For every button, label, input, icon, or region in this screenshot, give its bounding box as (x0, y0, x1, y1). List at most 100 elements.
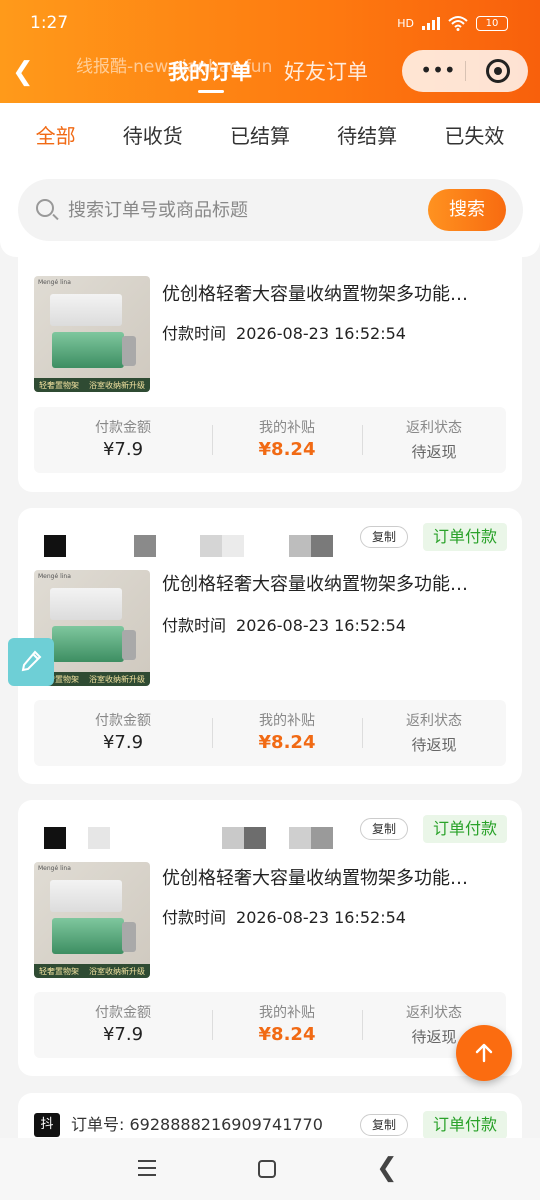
redacted-block (200, 535, 222, 557)
chevron-left-icon[interactable]: ❮ (12, 56, 36, 88)
order-number: 订单号: 6928888216909741770 (71, 1113, 323, 1137)
stat-rebate: 返利状态 待返现 (362, 700, 506, 766)
copy-button[interactable]: 复制 (360, 818, 408, 840)
stat-subsidy: 我的补贴 ¥8.24 (212, 407, 362, 473)
search-button[interactable]: 搜索 (428, 189, 506, 231)
subsidy-value: ¥8.24 (258, 1024, 316, 1045)
rebate-value: 待返现 (411, 736, 457, 754)
order-stats: 付款金额 ¥7.9 我的补贴 ¥8.24 返利状态待返现 (34, 407, 506, 473)
redacted-block (244, 827, 266, 849)
amount-label: 付款金额 (95, 713, 151, 729)
thumb-caption: 轻奢置物架 浴室收纳新升级 (34, 378, 150, 392)
status-time: 1:27 (30, 13, 69, 33)
shelf-top-graphic (50, 588, 122, 620)
back-icon[interactable]: ❮ (376, 1154, 400, 1182)
shelf-top-graphic (50, 880, 122, 912)
pen-tool-button[interactable] (8, 638, 54, 686)
thumb-caption-left: 轻奢置物架 (39, 380, 79, 390)
pay-time-value: 2026-08-23 16:52:54 (236, 908, 406, 927)
search-icon (36, 199, 54, 217)
pen-icon (21, 650, 42, 672)
rebate-value: 待返现 (411, 443, 457, 461)
rebate-label: 返利状态 (406, 1005, 462, 1021)
filter-tab-expired[interactable]: 已失效 (444, 120, 504, 149)
thumb-caption-right: 浴室收纳新升级 (89, 674, 145, 684)
card-header: 复制 订单付款 (18, 812, 522, 849)
stat-rebate: 返利状态 待返现 (362, 407, 506, 473)
amount-value: ¥7.9 (102, 439, 144, 460)
pay-time-value: 2026-08-23 16:52:54 (236, 324, 406, 343)
filter-tab-pending-settle[interactable]: 待结算 (337, 120, 397, 149)
amount-label: 付款金额 (95, 420, 151, 436)
product-title[interactable]: 优创格轻奢大容量收纳置物架多功能… (162, 864, 502, 890)
target-icon[interactable] (486, 59, 510, 83)
thumb-caption-right: 浴室收纳新升级 (89, 380, 145, 390)
filter-tabs: 全部 待收货 已结算 待结算 已失效 (0, 103, 540, 165)
amount-label: 付款金额 (95, 1005, 151, 1021)
wifi-icon (448, 16, 468, 31)
product-thumbnail[interactable]: Mengé lina 轻奢置物架 浴室收纳新升级 (34, 276, 150, 392)
redacted-block (311, 827, 333, 849)
amount-value: ¥7.9 (102, 1024, 144, 1045)
pay-time-label: 付款时间 (162, 324, 227, 343)
more-dots-icon[interactable]: ••• (418, 56, 458, 86)
scroll-top-button[interactable] (456, 1025, 512, 1081)
product-title[interactable]: 优创格轻奢大容量收纳置物架多功能… (162, 570, 502, 596)
faucet-graphic (122, 922, 136, 952)
filter-tab-all[interactable]: 全部 (36, 120, 76, 149)
menu-icon[interactable] (138, 1160, 162, 1178)
amount-value: ¥7.9 (102, 732, 144, 753)
shelf-bottom-graphic (52, 332, 124, 368)
order-status-badge: 订单付款 (423, 815, 507, 843)
arrow-up-icon (475, 1043, 493, 1063)
stat-amount: 付款金额 ¥7.9 (34, 407, 212, 473)
order-card: Mengé lina 轻奢置物架 浴室收纳新升级 优创格轻奢大容量收纳置物架多功能… (18, 230, 522, 492)
rebate-label: 返利状态 (406, 420, 462, 436)
pay-time: 付款时间 2026-08-23 16:52:54 (162, 612, 406, 636)
thumb-caption-left: 轻奢置物架 (39, 966, 79, 976)
pay-time: 付款时间 2026-08-23 16:52:54 (162, 904, 406, 928)
order-stats: 付款金额 ¥7.9 我的补贴 ¥8.24 返利状态待返现 (34, 700, 506, 766)
network-label: HD (397, 16, 414, 30)
search-section: 搜索 (0, 165, 540, 257)
order-card: 复制 订单付款 Mengé lina 轻奢置物架 浴室收纳新升级 优创格轻奢大容量… (18, 508, 522, 784)
miniapp-capsule: ••• (402, 50, 528, 92)
home-icon[interactable] (258, 1160, 276, 1178)
copy-button[interactable]: 复制 (360, 526, 408, 548)
status-bar: 1:27 HD 10 (0, 0, 540, 46)
faucet-graphic (122, 336, 136, 366)
filter-tab-to-receive[interactable]: 待收货 (123, 120, 183, 149)
capsule-divider (465, 61, 466, 81)
shelf-bottom-graphic (52, 626, 124, 662)
stat-subsidy: 我的补贴 ¥8.24 (212, 992, 362, 1058)
filter-tab-settled[interactable]: 已结算 (230, 120, 290, 149)
stat-subsidy: 我的补贴 ¥8.24 (212, 700, 362, 766)
redacted-block (311, 535, 333, 557)
redacted-block (222, 535, 244, 557)
card-header: 复制 订单付款 (18, 520, 522, 557)
shelf-top-graphic (50, 294, 122, 326)
pay-time-label: 付款时间 (162, 616, 227, 635)
tab-my-orders[interactable]: 我的订单 (168, 56, 252, 86)
product-title[interactable]: 优创格轻奢大容量收纳置物架多功能… (162, 280, 502, 306)
redacted-block (88, 827, 110, 849)
thumb-caption-right: 浴室收纳新升级 (89, 966, 145, 976)
system-nav-bar: ❮ (0, 1138, 540, 1200)
pay-time: 付款时间 2026-08-23 16:52:54 (162, 320, 406, 344)
signal-icon (422, 16, 440, 30)
order-card: 复制 订单付款 Mengé lina 轻奢置物架 浴室收纳新升级 优创格轻奢大容量… (18, 800, 522, 1076)
rebate-label: 返利状态 (406, 713, 462, 729)
faucet-graphic (122, 630, 136, 660)
copy-button[interactable]: 复制 (360, 1114, 408, 1136)
thumb-brand-text: Mengé lina (38, 279, 71, 286)
subsidy-label: 我的补贴 (259, 420, 315, 436)
redacted-block (222, 827, 244, 849)
subsidy-label: 我的补贴 (259, 713, 315, 729)
thumb-brand-text: Mengé lina (38, 573, 71, 580)
stat-amount: 付款金额 ¥7.9 (34, 700, 212, 766)
search-input[interactable] (68, 193, 418, 227)
douyin-platform-icon: 抖 (34, 1113, 60, 1137)
tab-friend-orders[interactable]: 好友订单 (284, 56, 368, 86)
redacted-block (289, 535, 311, 557)
product-thumbnail[interactable]: Mengé lina 轻奢置物架 浴室收纳新升级 (34, 862, 150, 978)
